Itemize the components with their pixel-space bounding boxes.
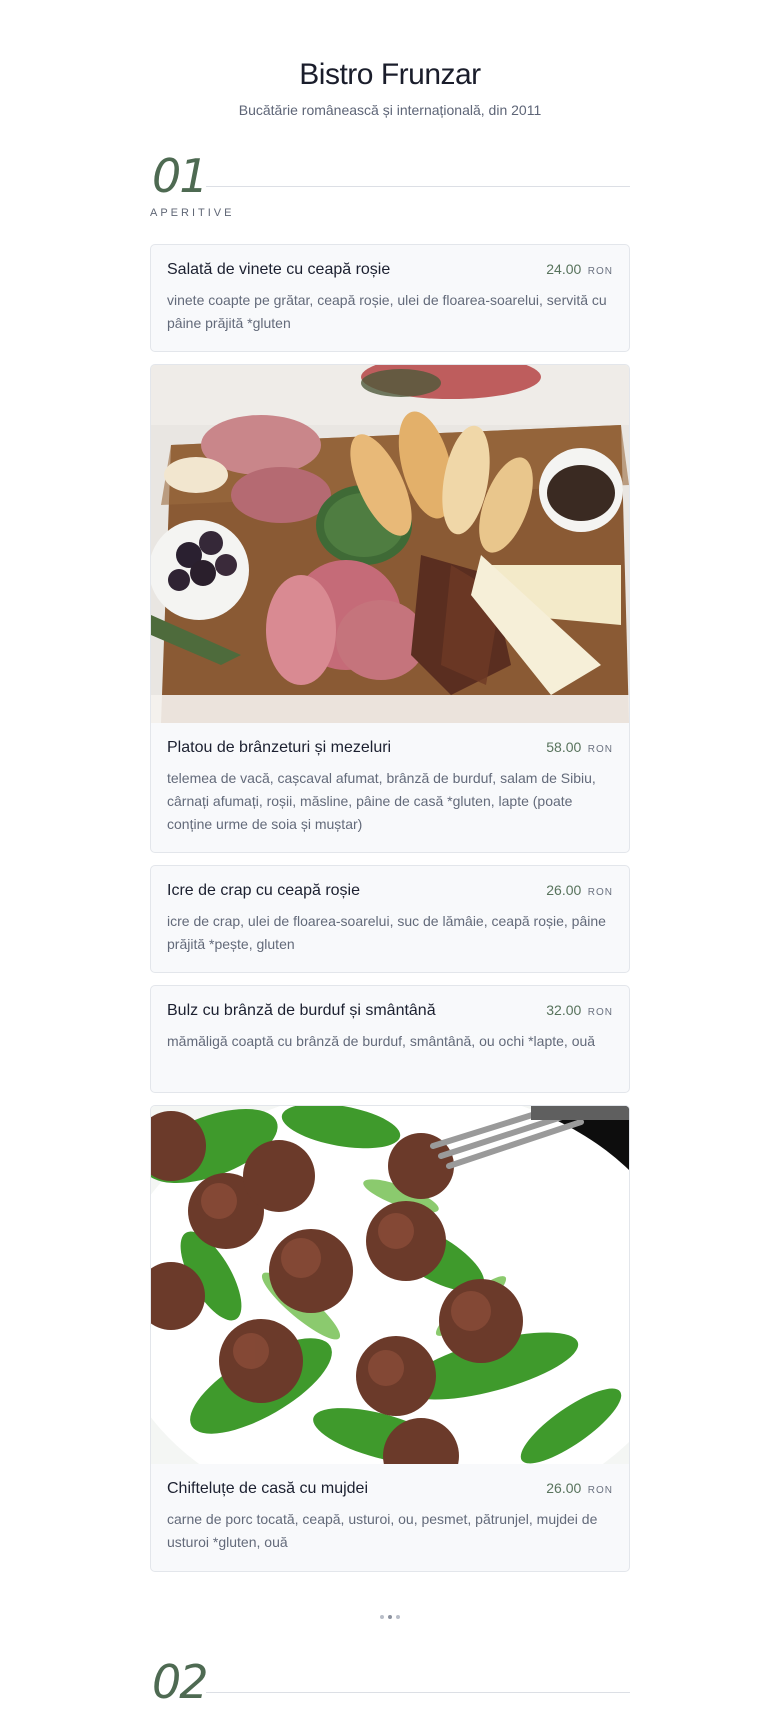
menu-item[interactable]: Bulz cu brânză de burduf și smântână 32.… (150, 985, 630, 1093)
menu-item[interactable]: Platou de brânzeturi și mezeluri 58.00 R… (150, 364, 630, 853)
restaurant-subtitle: Bucătărie românească și internațională, … (238, 102, 542, 118)
item-description: mămăligă coaptă cu brânză de burduf, smâ… (167, 1033, 596, 1049)
price-currency: RON (587, 744, 613, 755)
section-header: 01 APERITIVE (150, 149, 630, 219)
section-header: 02 (150, 1656, 630, 1716)
item-description: carne de porc tocată, ceapă, usturoi, ou… (167, 1511, 598, 1550)
restaurant-title: Bistro Frunzar (299, 58, 481, 91)
item-price: 58.00 RON (546, 739, 613, 757)
price-currency: RON (587, 1007, 613, 1018)
menu-item[interactable]: Icre de crap cu ceapă roșie 26.00 RON ic… (150, 865, 630, 973)
item-name: Icre de crap cu ceapă roșie (167, 882, 360, 899)
price-currency: RON (587, 887, 613, 898)
price-value: 26.00 (546, 1480, 582, 1496)
section-aperitive: 01 APERITIVE Salată de vinete cu ceapă r… (150, 149, 630, 1572)
menu-item[interactable]: Chifteluțe de casă cu mujdei 26.00 RON c… (150, 1105, 630, 1572)
menu-item[interactable]: Salată de vinete cu ceapă roșie 24.00 RO… (150, 244, 630, 352)
item-name: Salată de vinete cu ceapă roșie (167, 261, 391, 278)
section-title: APERITIVE (150, 207, 235, 219)
price-value: 26.00 (546, 882, 582, 898)
meatballs-photo-illustration (151, 1106, 629, 1464)
menu-page: Bistro Frunzar Bucătărie românească și i… (0, 0, 780, 1720)
item-description: telemea de vacă, cașcaval afumat, brânză… (167, 770, 596, 832)
section-separator-dots (380, 1615, 400, 1619)
price-value: 24.00 (546, 261, 582, 277)
item-description: icre de crap, ulei de floarea-soarelui, … (167, 913, 606, 952)
section-divider (206, 186, 630, 187)
section-02: 02 (150, 1656, 630, 1716)
item-price: 26.00 RON (546, 882, 613, 900)
separator-dot (396, 1615, 400, 1619)
meatballs-photo (151, 1106, 629, 1464)
item-name: Bulz cu brânză de burduf și smântână (167, 1002, 436, 1019)
section-number: 02 (152, 1655, 209, 1709)
price-value: 58.00 (546, 739, 582, 755)
separator-dot (380, 1615, 384, 1619)
item-price: 26.00 RON (546, 1480, 613, 1498)
price-value: 32.00 (546, 1002, 582, 1018)
item-name: Platou de brânzeturi și mezeluri (167, 739, 392, 756)
price-currency: RON (587, 1485, 613, 1496)
price-currency: RON (587, 266, 613, 277)
charcuterie-board-photo-illustration (151, 365, 629, 723)
section-number: 01 (152, 149, 209, 203)
item-price: 32.00 RON (546, 1002, 613, 1020)
menu-header: Bistro Frunzar Bucătărie românească și i… (0, 0, 780, 118)
charcuterie-board-photo (151, 365, 629, 723)
item-name: Chifteluțe de casă cu mujdei (167, 1480, 368, 1497)
section-divider (206, 1692, 630, 1693)
separator-dot (388, 1615, 392, 1619)
item-description: vinete coapte pe grătar, ceapă roșie, ul… (167, 292, 607, 331)
item-price: 24.00 RON (546, 261, 613, 279)
